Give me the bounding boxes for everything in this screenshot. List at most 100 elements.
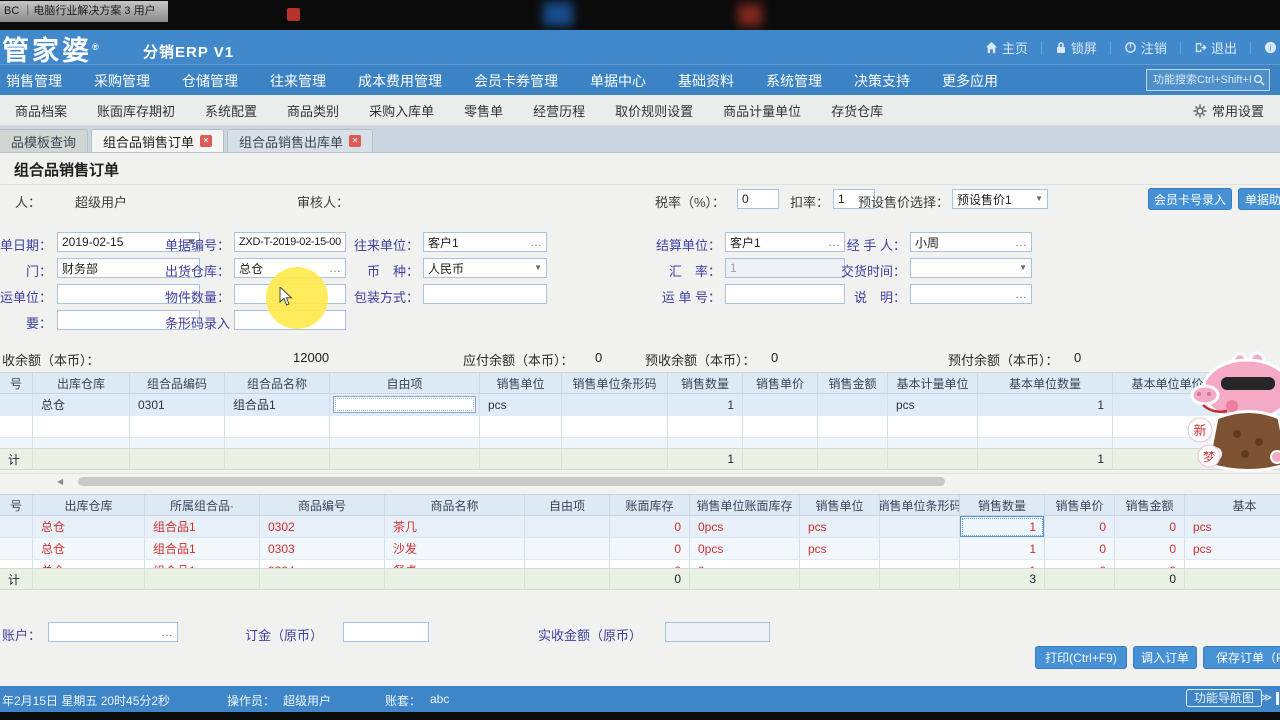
menu-item[interactable]: 销售管理 [0, 71, 78, 91]
tab-1[interactable]: 品模板查询 [0, 129, 88, 152]
table-cell: pcs [1185, 516, 1280, 538]
menu-item[interactable]: 基础资料 [662, 71, 750, 91]
scrollbar-thumb[interactable] [78, 477, 945, 486]
submenu-item[interactable]: 采购入库单 [354, 101, 449, 120]
ellipsis-button[interactable]: … [161, 627, 173, 637]
deposit-label: 订金（原币） [245, 625, 325, 644]
search-input[interactable] [1151, 73, 1253, 87]
submenu-item[interactable]: 商品类别 [272, 101, 354, 120]
deposit-field[interactable] [343, 622, 429, 642]
menu-item[interactable]: 会员卡券管理 [458, 71, 574, 91]
preset-price-select[interactable]: 预设售价1▼ [952, 189, 1048, 209]
submenu-item[interactable]: 经营历程 [518, 101, 600, 120]
department-label: 门： [0, 261, 52, 280]
remark-field[interactable]: … [910, 284, 1032, 304]
dropdown-arrow-icon[interactable]: ▼ [1019, 263, 1027, 273]
common-settings-button[interactable]: 常用设置 [1193, 95, 1264, 126]
column-header: 自由项 [525, 495, 610, 515]
currency-field[interactable]: 人民币▼ [423, 258, 547, 278]
table-cell [0, 416, 33, 438]
barcode-entry-label: 条形码录入 [163, 313, 230, 332]
logout-icon [1124, 41, 1137, 54]
tax-rate-label: 税率（%）： [655, 192, 725, 211]
table-cell: 1 [960, 538, 1045, 560]
function-search[interactable] [1146, 69, 1270, 91]
table-cell [0, 516, 33, 538]
total-cell [888, 449, 978, 469]
menu-item[interactable]: 更多应用 [926, 71, 1014, 91]
free-item-input[interactable] [333, 396, 476, 413]
tab-3[interactable]: 组合品销售出库单✕ [227, 129, 373, 152]
table-cell[interactable]: 1 [960, 516, 1045, 538]
operator-value: 超级用户 [283, 692, 331, 709]
print-button[interactable]: 打印(Ctrl+F9) [1035, 646, 1127, 669]
ellipsis-button[interactable]: … [1015, 289, 1027, 299]
scroll-left-arrow[interactable]: ◀ [57, 477, 63, 486]
tab-close-icon[interactable]: ✕ [200, 135, 212, 147]
ellipsis-button[interactable]: … [530, 237, 542, 247]
field-value: 总仓 [239, 260, 263, 277]
total-cell [1045, 569, 1115, 589]
preset-price-label: 预设售价选择： [858, 192, 949, 211]
header-link-帮[interactable]: i帮 [1264, 38, 1280, 57]
header-link-注销[interactable]: 注销 [1124, 38, 1167, 57]
account-field[interactable]: … [48, 622, 178, 642]
table-cell [743, 394, 818, 416]
column-header: 销售数量 [960, 495, 1045, 515]
settle-unit-field[interactable]: 客户1… [725, 232, 845, 252]
submenu-item[interactable]: 系统配置 [190, 101, 272, 120]
bill-no-field[interactable]: ZXD-T-2019-02-15-0001 [234, 232, 346, 252]
menu-item[interactable]: 采购管理 [78, 71, 166, 91]
table-cell [0, 438, 33, 448]
ellipsis-button[interactable]: … [1015, 237, 1027, 247]
table-cell [743, 438, 818, 448]
waybill-no-field[interactable] [725, 284, 845, 304]
table-cell [880, 516, 960, 538]
delivery-time-label: 交货时间： [841, 261, 906, 280]
partner-field[interactable]: 客户1… [423, 232, 547, 252]
menu-item[interactable]: 单据中心 [574, 71, 662, 91]
tab-2[interactable]: 组合品销售订单✕ [91, 129, 224, 152]
submenu-item[interactable]: 商品计量单位 [708, 101, 816, 120]
menu-item[interactable]: 决策支持 [838, 71, 926, 91]
ellipsis-button[interactable]: … [828, 237, 840, 247]
ellipsis-button[interactable]: … [329, 263, 341, 273]
header-link-退出[interactable]: 退出 [1194, 38, 1237, 57]
pre-paid-balance-value: 0 [1074, 350, 1081, 365]
table-cell: 0pcs [690, 516, 800, 538]
header-link-主页[interactable]: 主页 [985, 38, 1028, 57]
dropdown-arrow-icon[interactable]: ▼ [534, 263, 542, 273]
menu-item[interactable]: 成本费用管理 [342, 71, 458, 91]
load-order-button[interactable]: 调入订单 [1133, 646, 1197, 669]
submenu-item[interactable]: 商品档案 [0, 101, 82, 120]
submenu-item[interactable]: 账面库存期初 [82, 101, 190, 120]
member-card-button[interactable]: 会员卡号录入 [1148, 188, 1232, 210]
table-cell: 0pcs [690, 560, 800, 568]
warehouse-label: 出货仓库： [163, 261, 230, 280]
menu-item[interactable]: 往来管理 [254, 71, 342, 91]
handler-field[interactable]: 小周… [910, 232, 1032, 252]
document-tab-bar: 品模板查询组合品销售订单✕组合品销售出库单✕ [0, 126, 1280, 153]
packing-field[interactable] [423, 284, 547, 304]
table-cell [0, 538, 33, 560]
save-order-button[interactable]: 保存订单（F8 [1203, 646, 1280, 669]
summary-label: 要： [0, 313, 52, 332]
table-cell: pcs [1185, 538, 1280, 560]
submenu-item[interactable]: 取价规则设置 [600, 101, 708, 120]
table-cell: 0302 [260, 516, 385, 538]
delivery-time-field[interactable]: ▼ [910, 258, 1032, 278]
menu-item[interactable]: 仓储管理 [166, 71, 254, 91]
header-quick-links: 主页｜锁屏｜注销｜退出｜i帮 [985, 38, 1280, 57]
tax-rate-field[interactable]: 0 [737, 189, 779, 209]
bill-assistant-button[interactable]: 单据助手V [1238, 188, 1280, 210]
dropdown-arrow-icon[interactable]: ▼ [1035, 194, 1043, 204]
tab-close-icon[interactable]: ✕ [349, 135, 361, 147]
submenu-item[interactable]: 零售单 [449, 101, 518, 120]
menu-item[interactable]: 系统管理 [750, 71, 838, 91]
column-header: 自由项 [330, 373, 480, 393]
function-nav-button[interactable]: 功能导航图 [1186, 689, 1262, 707]
submenu-item[interactable]: 存货仓库 [816, 101, 898, 120]
header-link-锁屏[interactable]: 锁屏 [1055, 38, 1097, 57]
submenu-items: 商品档案账面库存期初系统配置商品类别采购入库单零售单经营历程取价规则设置商品计量… [0, 95, 898, 126]
horizontal-scrollbar[interactable]: ◀ [0, 473, 1280, 488]
